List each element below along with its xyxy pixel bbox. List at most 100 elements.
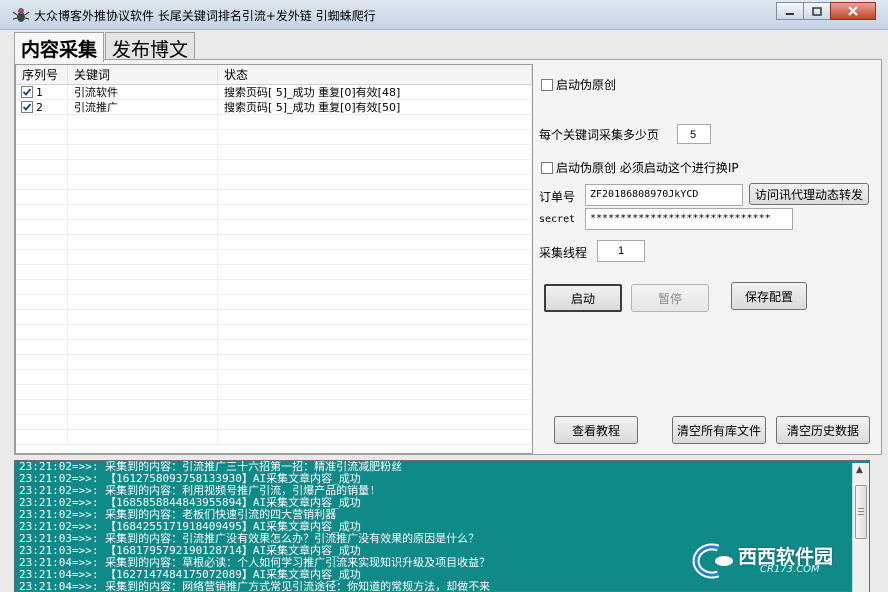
- table-row[interactable]: 2 引流推广 搜索页码[ 5]_成功 重复[0]有效[50]: [16, 100, 532, 115]
- pages-input[interactable]: 5: [677, 124, 711, 144]
- row-index-cell: 1: [16, 85, 68, 99]
- empty-table-row: [16, 205, 532, 220]
- threads-label: 采集线程: [539, 246, 588, 260]
- empty-cell: [16, 325, 68, 339]
- order-input[interactable]: ZF20186808970JkYCD: [585, 184, 743, 206]
- empty-table-row: [16, 385, 532, 400]
- column-header-status[interactable]: 状态: [218, 65, 532, 84]
- log-line: 23:21:04=>>: 采集到的内容：网络营销推广方式常见引流途径：你知道的常…: [19, 580, 491, 592]
- empty-cell: [68, 340, 218, 354]
- minimize-button[interactable]: [776, 2, 804, 20]
- pages-label: 每个关键词采集多少页: [539, 128, 660, 142]
- keyword-grid[interactable]: 序列号 关键词 状态 1 引流软件 搜索页码[ 5]_成功 重复[0]有效[48…: [15, 64, 533, 454]
- row-status: 搜索页码[ 5]_成功 重复[0]有效[50]: [218, 100, 532, 114]
- empty-cell: [218, 430, 532, 444]
- proxy-forward-button[interactable]: 访问讯代理动态转发: [749, 183, 869, 205]
- empty-table-row: [16, 175, 532, 190]
- save-config-button[interactable]: 保存配置: [731, 282, 807, 310]
- start-button[interactable]: 启动: [544, 284, 622, 312]
- watermark-subtext: CR173.COM: [760, 564, 820, 575]
- empty-cell: [16, 385, 68, 399]
- tab-strip: 内容采集 发布博文: [14, 32, 196, 62]
- threads-input[interactable]: 1: [597, 240, 645, 262]
- empty-table-row: [16, 130, 532, 145]
- row-checkbox[interactable]: [21, 101, 33, 113]
- empty-cell: [16, 235, 68, 249]
- empty-cell: [68, 295, 218, 309]
- empty-table-row: [16, 400, 532, 415]
- empty-cell: [68, 265, 218, 279]
- empty-table-row: [16, 355, 532, 370]
- secret-label: secret: [539, 214, 576, 225]
- window-controls: [776, 2, 876, 20]
- empty-cell: [16, 340, 68, 354]
- minimize-icon: [786, 13, 794, 15]
- scroll-thumb[interactable]: [855, 485, 867, 539]
- scroll-up-icon[interactable]: ▲: [856, 465, 863, 475]
- empty-rows: [16, 115, 532, 445]
- empty-table-row: [16, 145, 532, 160]
- maximize-button[interactable]: [803, 2, 831, 20]
- table-row[interactable]: 1 引流软件 搜索页码[ 5]_成功 重复[0]有效[48]: [16, 85, 532, 100]
- empty-cell: [16, 175, 68, 189]
- pseudo-original-checkbox[interactable]: [541, 78, 553, 91]
- row-keyword: 引流推广: [68, 100, 218, 114]
- tab-publish-post[interactable]: 发布博文: [105, 32, 196, 61]
- empty-cell: [218, 220, 532, 234]
- pseudo-original-ip-checkbox[interactable]: [541, 161, 553, 174]
- clear-history-button[interactable]: 清空历史数据: [776, 416, 870, 444]
- empty-cell: [68, 220, 218, 234]
- empty-cell: [218, 115, 532, 129]
- empty-cell: [68, 325, 218, 339]
- empty-cell: [218, 145, 532, 159]
- pause-button[interactable]: 暂停: [631, 284, 709, 312]
- empty-table-row: [16, 265, 532, 280]
- pseudo-original-option[interactable]: 启动伪原创: [541, 76, 616, 93]
- pseudo-original-ip-option[interactable]: 启动伪原创 必须启动这个进行换IP: [541, 159, 739, 176]
- empty-cell: [218, 310, 532, 324]
- empty-cell: [16, 430, 68, 444]
- spider-app-icon[interactable]: [12, 6, 30, 24]
- empty-table-row: [16, 250, 532, 265]
- window-title: 大众博客外推协议软件 长尾关键词排名引流+发外链 引蜘蛛爬行: [34, 9, 376, 23]
- empty-table-row: [16, 295, 532, 310]
- empty-cell: [16, 310, 68, 324]
- close-button[interactable]: [830, 2, 876, 20]
- empty-cell: [16, 415, 68, 429]
- empty-cell: [68, 235, 218, 249]
- empty-table-row: [16, 190, 532, 205]
- empty-cell: [68, 400, 218, 414]
- empty-cell: [218, 130, 532, 144]
- grip-line: [858, 508, 864, 509]
- empty-cell: [218, 370, 532, 384]
- empty-cell: [68, 370, 218, 384]
- empty-cell: [68, 280, 218, 294]
- empty-table-row: [16, 220, 532, 235]
- empty-cell: [68, 115, 218, 129]
- site-watermark: 西西软件园 CR173.COM: [688, 540, 858, 580]
- empty-cell: [218, 205, 532, 219]
- tab-panel: 序列号 关键词 状态 1 引流软件 搜索页码[ 5]_成功 重复[0]有效[48…: [14, 59, 882, 455]
- tab-content-collection[interactable]: 内容采集: [14, 32, 105, 62]
- checkmark-icon: [22, 88, 32, 96]
- row-index-cell: 2: [16, 100, 68, 114]
- grip-line: [858, 514, 864, 515]
- empty-cell: [68, 130, 218, 144]
- empty-cell: [218, 325, 532, 339]
- row-checkbox[interactable]: [21, 86, 33, 98]
- empty-cell: [68, 355, 218, 369]
- column-header-index[interactable]: 序列号: [16, 65, 68, 84]
- empty-cell: [16, 160, 68, 174]
- empty-cell: [16, 130, 68, 144]
- column-header-keyword[interactable]: 关键词: [68, 65, 218, 84]
- empty-table-row: [16, 280, 532, 295]
- clear-library-files-button[interactable]: 清空所有库文件: [672, 416, 766, 444]
- view-tutorial-button[interactable]: 查看教程: [554, 416, 638, 444]
- secret-input[interactable]: ******************************: [585, 208, 793, 230]
- empty-cell: [16, 220, 68, 234]
- empty-cell: [16, 355, 68, 369]
- empty-table-row: [16, 415, 532, 430]
- empty-cell: [68, 145, 218, 159]
- empty-cell: [218, 415, 532, 429]
- pseudo-original-label: 启动伪原创: [556, 78, 617, 92]
